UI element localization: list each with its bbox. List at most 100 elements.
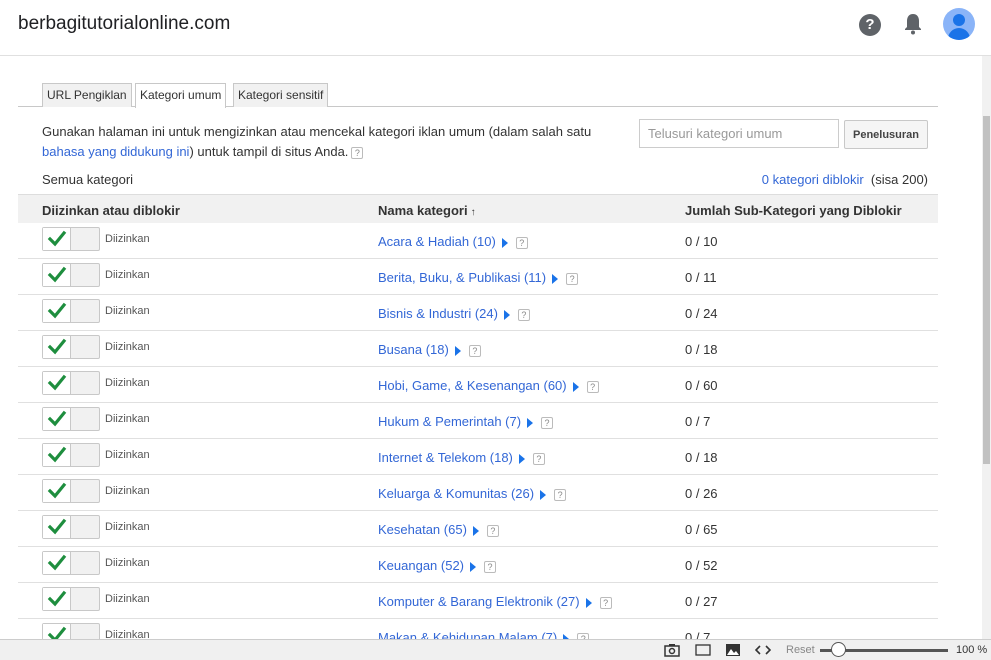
notifications-icon[interactable] <box>903 13 923 35</box>
category-name[interactable]: Kesehatan (65) <box>378 522 467 537</box>
toggle-knob <box>43 408 71 430</box>
allow-block-toggle[interactable] <box>42 299 100 323</box>
search-input[interactable] <box>639 119 839 148</box>
allow-block-toggle[interactable] <box>42 335 100 359</box>
site-title[interactable]: berbagitutorialonline.com <box>18 13 230 35</box>
expand-arrow-icon[interactable] <box>552 273 559 284</box>
category-help-icon[interactable]: ? <box>515 236 528 249</box>
allow-block-toggle[interactable] <box>42 479 100 503</box>
check-icon <box>47 410 67 427</box>
tab-kategori-umum[interactable]: Kategori umum <box>135 83 227 108</box>
allow-block-toggle[interactable] <box>42 407 100 431</box>
allow-block-toggle[interactable] <box>42 263 100 287</box>
expand-arrow-icon[interactable] <box>501 237 508 248</box>
top-bar: berbagitutorialonline.com ? <box>0 0 991 56</box>
screenshot-icon[interactable] <box>664 643 680 657</box>
supported-languages-link[interactable]: bahasa yang didukung ini <box>42 144 189 159</box>
allow-block-toggle[interactable] <box>42 515 100 539</box>
table-row: Diizinkan Acara & Hadiah (10)? 0 / 10 <box>18 223 938 259</box>
check-icon <box>47 482 67 499</box>
tab-url-pengiklan[interactable]: URL Pengiklan <box>42 83 132 107</box>
category-link[interactable]: Bisnis & Industri (24)? <box>378 306 530 321</box>
intro-help-icon[interactable]: ? <box>351 146 364 159</box>
page-scrollbar[interactable] <box>982 56 991 640</box>
toggle-knob <box>43 516 71 538</box>
account-avatar-icon[interactable] <box>943 8 975 40</box>
blocked-categories-link[interactable]: 0 kategori diblokir <box>762 172 864 187</box>
expand-arrow-icon[interactable] <box>503 309 510 320</box>
zoom-reset-button[interactable]: Reset <box>786 644 815 656</box>
search-button[interactable]: Penelusuran <box>844 120 928 149</box>
category-name[interactable]: Acara & Hadiah (10) <box>378 234 496 249</box>
sort-ascending-icon[interactable]: ↑ <box>471 207 476 218</box>
table-row: Diizinkan Hukum & Pemerintah (7)? 0 / 7 <box>18 403 938 439</box>
category-name[interactable]: Busana (18) <box>378 342 449 357</box>
expand-arrow-icon[interactable] <box>454 345 461 356</box>
scrollbar-thumb[interactable] <box>983 116 990 464</box>
status-label: Diizinkan <box>105 557 150 569</box>
all-categories-label: Semua kategori <box>42 172 134 187</box>
allow-block-toggle[interactable] <box>42 443 100 467</box>
status-label: Diizinkan <box>105 377 150 389</box>
category-table: Diizinkan Acara & Hadiah (10)? 0 / 10 Diizi… <box>18 223 938 655</box>
category-help-icon[interactable]: ? <box>484 560 497 573</box>
category-help-icon[interactable]: ? <box>566 272 579 285</box>
zoom-slider-handle[interactable] <box>830 642 846 657</box>
category-link[interactable]: Hukum & Pemerintah (7)? <box>378 414 554 429</box>
category-link[interactable]: Acara & Hadiah (10)? <box>378 234 528 249</box>
column-category-name[interactable]: Nama kategori ↑ <box>378 203 476 218</box>
blocked-subcategory-count: 0 / 18 <box>685 450 718 465</box>
category-help-icon[interactable]: ? <box>517 308 530 321</box>
toggle-knob <box>43 264 71 286</box>
category-help-icon[interactable]: ? <box>599 596 612 609</box>
category-name[interactable]: Keluarga & Komunitas (26) <box>378 486 534 501</box>
allow-block-toggle[interactable] <box>42 587 100 611</box>
help-icon[interactable]: ? <box>859 14 881 36</box>
expand-arrow-icon[interactable] <box>527 417 534 428</box>
zoom-level: 100 % <box>956 644 988 656</box>
category-help-icon[interactable]: ? <box>554 488 567 501</box>
category-link[interactable]: Kesehatan (65)? <box>378 522 499 537</box>
category-help-icon[interactable]: ? <box>541 416 554 429</box>
category-name[interactable]: Hukum & Pemerintah (7) <box>378 414 521 429</box>
category-link[interactable]: Berita, Buku, & Publikasi (11)? <box>378 270 579 285</box>
category-name[interactable]: Keuangan (52) <box>378 558 464 573</box>
expand-arrow-icon[interactable] <box>518 453 525 464</box>
expand-arrow-icon[interactable] <box>585 597 592 608</box>
category-link[interactable]: Internet & Telekom (18)? <box>378 450 545 465</box>
blocked-summary: 0 kategori diblokir (sisa 200) <box>762 172 928 187</box>
window-icon[interactable] <box>695 643 711 657</box>
check-icon <box>47 374 67 391</box>
category-link[interactable]: Hobi, Game, & Kesenangan (60)? <box>378 378 599 393</box>
category-help-icon[interactable]: ? <box>586 380 599 393</box>
intro-text-before: Gunakan halaman ini untuk mengizinkan at… <box>42 124 592 139</box>
table-header: Diizinkan atau diblokir Nama kategori ↑ J… <box>18 194 938 223</box>
allow-block-toggle[interactable] <box>42 551 100 575</box>
expand-arrow-icon[interactable] <box>472 525 479 536</box>
code-icon[interactable] <box>754 643 772 657</box>
image-icon[interactable] <box>725 643 741 657</box>
category-link[interactable]: Keuangan (52)? <box>378 558 497 573</box>
category-name[interactable]: Hobi, Game, & Kesenangan (60) <box>378 378 567 393</box>
allow-block-toggle[interactable] <box>42 227 100 251</box>
category-name[interactable]: Bisnis & Industri (24) <box>378 306 498 321</box>
category-link[interactable]: Busana (18)? <box>378 342 481 357</box>
expand-arrow-icon[interactable] <box>470 561 477 572</box>
expand-arrow-icon[interactable] <box>540 489 547 500</box>
category-help-icon[interactable]: ? <box>486 524 499 537</box>
blocked-subcategory-count: 0 / 7 <box>685 414 711 429</box>
tab-bar: URL Pengiklan Kategori umum Kategori sen… <box>18 81 938 108</box>
table-row: Diizinkan Keluarga & Komunitas (26)? 0 / 2… <box>18 475 938 511</box>
category-name[interactable]: Berita, Buku, & Publikasi (11) <box>378 270 546 285</box>
category-name[interactable]: Komputer & Barang Elektronik (27) <box>378 594 580 609</box>
category-help-icon[interactable]: ? <box>468 344 481 357</box>
category-link[interactable]: Komputer & Barang Elektronik (27)? <box>378 594 612 609</box>
expand-arrow-icon[interactable] <box>572 381 579 392</box>
tab-kategori-sensitif[interactable]: Kategori sensitif <box>233 83 329 107</box>
status-label: Diizinkan <box>105 269 150 281</box>
category-help-icon[interactable]: ? <box>532 452 545 465</box>
category-name[interactable]: Internet & Telekom (18) <box>378 450 513 465</box>
remaining-count: (sisa 200) <box>870 172 928 187</box>
allow-block-toggle[interactable] <box>42 371 100 395</box>
category-link[interactable]: Keluarga & Komunitas (26)? <box>378 486 567 501</box>
